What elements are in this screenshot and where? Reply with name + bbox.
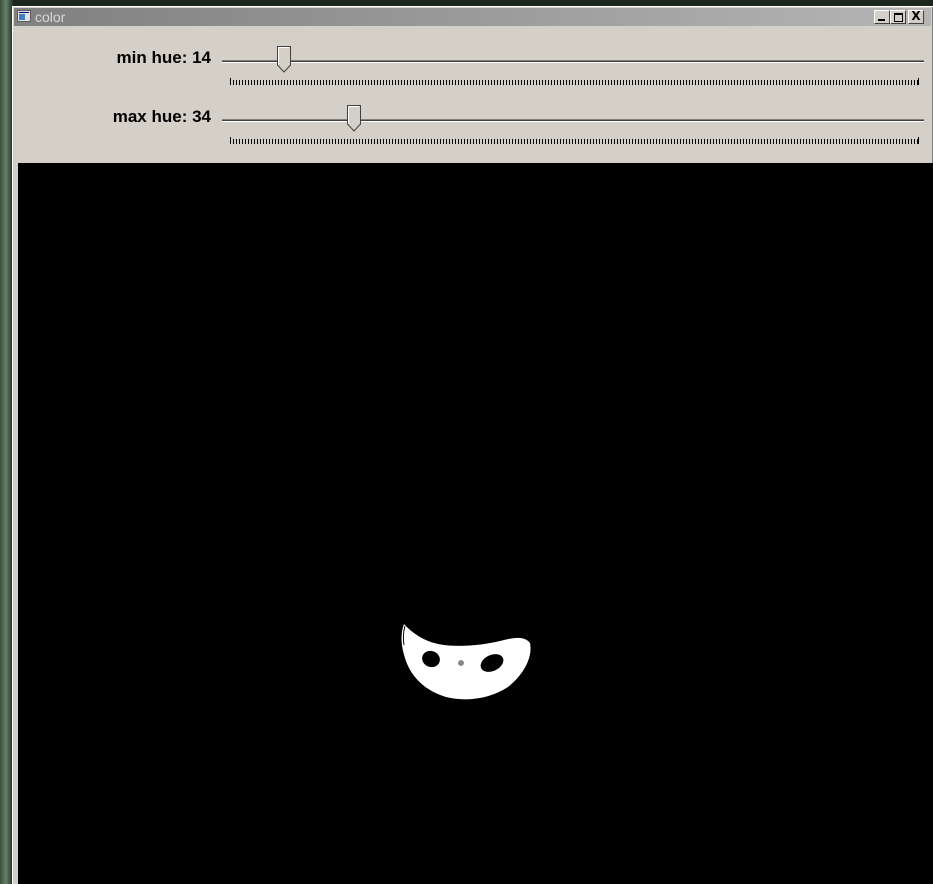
color-window: color X min hue: 14 max hue: 34	[12, 6, 933, 884]
close-button[interactable]: X	[908, 9, 924, 24]
app-window-icon[interactable]	[17, 10, 31, 22]
centroid-dot	[458, 660, 464, 666]
min-hue-label: min hue: 14	[116, 48, 211, 67]
min-hue-tick-marks	[230, 80, 918, 85]
window-title: color	[35, 9, 66, 25]
close-icon: X	[911, 9, 921, 23]
minimize-button[interactable]	[874, 10, 890, 24]
max-hue-trackbar: max hue: 34	[12, 105, 933, 165]
min-hue-track[interactable]	[222, 60, 924, 63]
title-bar[interactable]: color X	[14, 8, 931, 26]
min-hue-trackbar: min hue: 14	[12, 46, 933, 106]
max-hue-tick-marks	[230, 139, 918, 144]
blob-shape	[401, 624, 531, 700]
max-hue-label: max hue: 34	[112, 107, 211, 126]
detected-blob	[401, 624, 531, 703]
max-hue-slider-thumb[interactable]	[347, 105, 361, 132]
min-hue-slider-thumb[interactable]	[277, 46, 291, 73]
tick-mark	[918, 78, 919, 85]
hue-threshold-image[interactable]	[18, 163, 933, 884]
tick-mark	[918, 137, 919, 144]
maximize-button[interactable]	[890, 10, 906, 24]
max-hue-track[interactable]	[222, 119, 924, 122]
